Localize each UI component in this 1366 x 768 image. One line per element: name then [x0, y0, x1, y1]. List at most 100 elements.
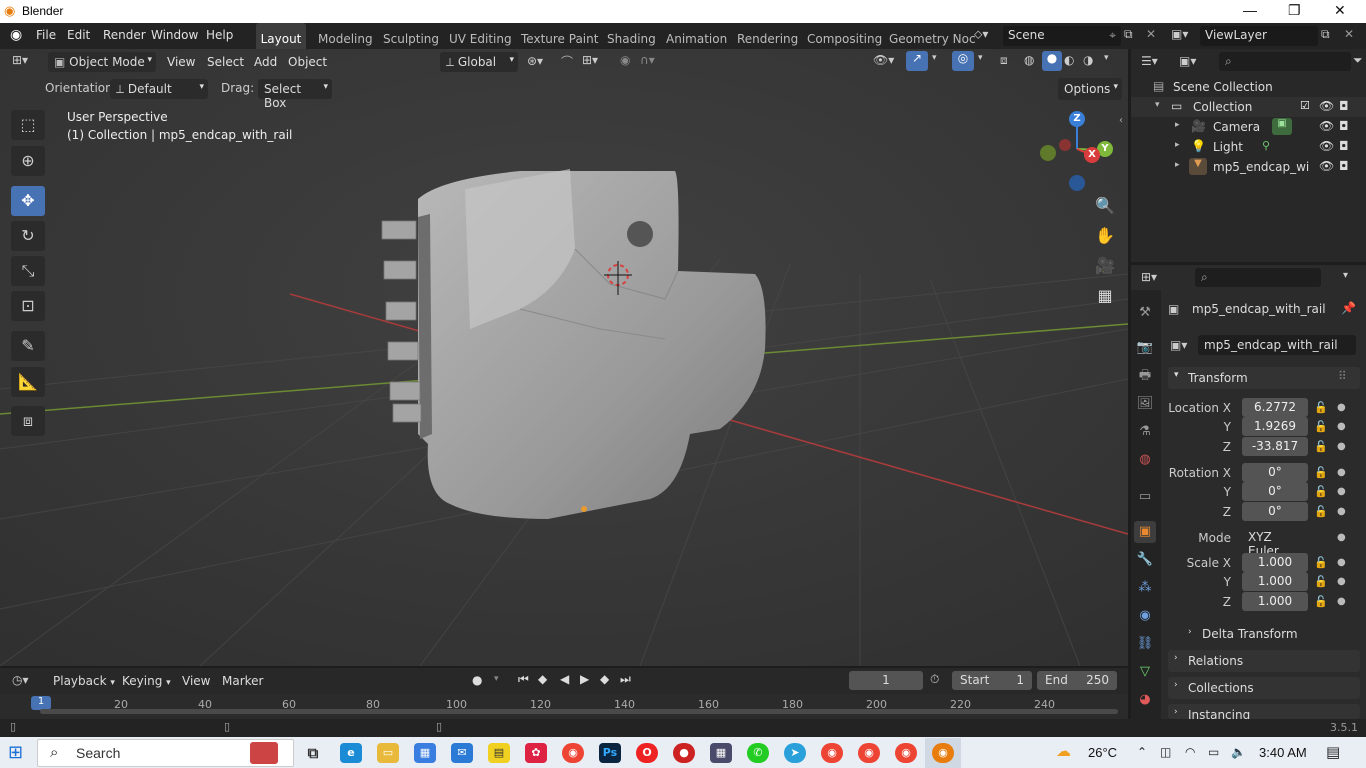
menu-edit[interactable]: Edit [67, 28, 90, 42]
location-x-field[interactable]: 6.2772 [1242, 398, 1308, 417]
add-cube-tool[interactable]: ⧈ [11, 406, 45, 436]
render-camera-icon[interactable]: ◘ [1339, 159, 1349, 173]
rotation-x-field[interactable]: 0° [1242, 463, 1308, 482]
prev-keyframe-icon[interactable]: ◆ [538, 672, 547, 686]
tab-layout[interactable]: Layout [256, 23, 306, 49]
menu-object[interactable]: Object [288, 55, 327, 69]
keyframe-dot-icon[interactable]: ● [1337, 467, 1346, 478]
cursor-tool[interactable]: ⊕ [11, 146, 45, 176]
delete-scene-icon[interactable]: ✕ [1146, 27, 1156, 41]
gizmo-neg-x-axis[interactable] [1059, 139, 1071, 151]
view-layer-tab-icon[interactable]: 🖼 [1134, 393, 1156, 415]
menu-add[interactable]: Add [254, 55, 277, 69]
sticky-notes-icon[interactable]: ▤ [488, 743, 510, 763]
snap-toggle-icon[interactable]: ⌒ [561, 53, 573, 70]
outliner-item-light[interactable]: ▸ 💡 Light ⚲ 👁 ◘ [1131, 137, 1366, 157]
render-tab-icon[interactable]: 📷 [1134, 337, 1156, 359]
editor-type-icon[interactable]: ☰▾ [1141, 54, 1158, 68]
view-layer-selector[interactable]: ViewLayer [1200, 26, 1318, 46]
lock-icon[interactable]: 🔓 [1314, 440, 1328, 453]
tab-shading[interactable]: Shading [607, 23, 656, 49]
scene-selector[interactable]: Scene ⌖ [1003, 26, 1121, 46]
outliner-item-camera[interactable]: ▸ 🎥 Camera ▣ 👁 ◘ [1131, 117, 1366, 137]
proportional-edit-icon[interactable]: ◉ [620, 53, 630, 67]
constraints-tab-icon[interactable]: ⛓ [1134, 633, 1156, 655]
eye-icon[interactable]: 👁 [1319, 99, 1334, 113]
select-box-tool[interactable]: ⬚ [11, 110, 45, 140]
outliner-collection[interactable]: ▾ ▭ Collection ☑ 👁 ◘ [1131, 97, 1366, 117]
keying-menu[interactable]: Keying ▾ [122, 674, 171, 688]
object-tab-icon[interactable]: ▣ [1134, 521, 1156, 543]
visibility-icon[interactable]: 👁▾ [873, 53, 894, 67]
clock-time[interactable]: 3:40 AM [1259, 745, 1307, 760]
outliner-search-field[interactable]: ⌕ [1219, 52, 1351, 71]
collection-checkbox[interactable]: ☑ [1300, 99, 1310, 112]
keyframe-dot-icon[interactable]: ● [1337, 441, 1346, 452]
file-explorer-icon[interactable]: ▭ [377, 743, 399, 763]
material-tab-icon[interactable]: ◕ [1134, 689, 1156, 711]
tab-sculpting[interactable]: Sculpting [383, 23, 439, 49]
lock-icon[interactable]: 🔓 [1314, 595, 1328, 608]
tab-animation[interactable]: Animation [666, 23, 727, 49]
menu-view[interactable]: View [167, 55, 195, 69]
gizmo-neg-z-axis[interactable] [1069, 175, 1085, 191]
timeline-view-menu[interactable]: View [182, 674, 210, 688]
frame-ruler[interactable]: 1 20 40 60 80 100 120 140 160 180 200 22… [0, 694, 1128, 720]
edge-icon[interactable]: e [340, 743, 362, 763]
lock-icon[interactable]: 🔓 [1314, 466, 1328, 479]
menu-select[interactable]: Select [207, 55, 244, 69]
transform-panel-header[interactable]: ▾ Transform [1168, 367, 1360, 389]
data-tab-icon[interactable]: ▽ [1134, 661, 1156, 683]
chrome-icon[interactable]: ◉ [895, 743, 917, 763]
chevron-down-icon[interactable]: ▾ [932, 53, 937, 63]
mail-icon[interactable]: ✉ [451, 743, 473, 763]
stopwatch-icon[interactable]: ⏱ [930, 672, 939, 687]
object-name-field[interactable]: mp5_endcap_with_rail [1198, 335, 1356, 355]
measure-tool[interactable]: 📐 [11, 367, 45, 397]
drag-dropdown[interactable]: Select Box ▾ [258, 79, 332, 110]
eye-icon[interactable]: 👁 [1319, 139, 1334, 153]
expand-chevron-icon[interactable]: ▸ [1175, 140, 1180, 150]
timeline-scrollbar[interactable] [40, 709, 1118, 714]
scene-icon[interactable]: ⬦▾ [974, 27, 988, 42]
rotate-tool[interactable]: ↻ [11, 221, 45, 251]
rotation-mode-dropdown[interactable]: XYZ Euler [1242, 528, 1310, 558]
drag-handle-icon[interactable]: ⠿ [1338, 369, 1347, 383]
move-tool[interactable]: ✥ [11, 186, 45, 216]
transform-orientation-dropdown[interactable]: ⟂ Global ▾ [440, 52, 518, 72]
record-icon[interactable]: ● [472, 673, 482, 687]
end-frame-field[interactable]: End 250 [1037, 671, 1117, 690]
marker-menu[interactable]: Marker [222, 674, 263, 688]
display-mode-icon[interactable]: ▣▾ [1179, 54, 1196, 68]
expand-chevron-icon[interactable]: ▸ [1175, 160, 1180, 170]
scale-x-field[interactable]: 1.000 [1242, 553, 1308, 572]
tool-tab-icon[interactable]: ⚒ [1134, 302, 1156, 324]
menu-file[interactable]: File [36, 28, 56, 42]
pin-icon[interactable]: 📌 [1341, 301, 1356, 315]
keyframe-dot-icon[interactable]: ● [1337, 557, 1346, 568]
chevron-down-icon[interactable]: ▾ [978, 53, 983, 63]
falloff-icon[interactable]: ∩▾ [640, 53, 655, 67]
close-button[interactable]: ✕ [1334, 2, 1346, 19]
rotation-z-field[interactable]: 0° [1242, 502, 1308, 521]
properties-search-field[interactable]: ⌕ [1195, 268, 1321, 287]
app-icon[interactable]: ✿ [525, 743, 547, 763]
pin-icon[interactable]: ⌖ [1109, 28, 1116, 43]
tab-uv-editing[interactable]: UV Editing [449, 23, 512, 49]
physics-tab-icon[interactable]: ◉ [1134, 605, 1156, 627]
overlays-toggle-icon[interactable]: ◎ [952, 51, 974, 71]
play-reverse-icon[interactable]: ◀ [560, 672, 569, 686]
menu-help[interactable]: Help [206, 28, 233, 42]
rendered-shading-icon[interactable]: ◑ [1083, 53, 1093, 67]
playback-menu[interactable]: Playback ▾ [53, 674, 115, 688]
output-tab-icon[interactable]: 🖶 [1134, 365, 1156, 387]
keyframe-dot-icon[interactable]: ● [1337, 532, 1346, 543]
keyframe-dot-icon[interactable]: ● [1337, 402, 1346, 413]
whatsapp-icon[interactable]: ✆ [747, 743, 769, 763]
menu-render[interactable]: Render [103, 28, 146, 42]
render-camera-icon[interactable]: ◘ [1339, 99, 1349, 113]
notifications-icon[interactable]: ▤ [1326, 743, 1340, 761]
collection-tab-icon[interactable]: ▭ [1134, 486, 1156, 508]
scale-tool[interactable]: ⤡ [11, 256, 45, 286]
wireframe-shading-icon[interactable]: ◍ [1024, 53, 1034, 67]
